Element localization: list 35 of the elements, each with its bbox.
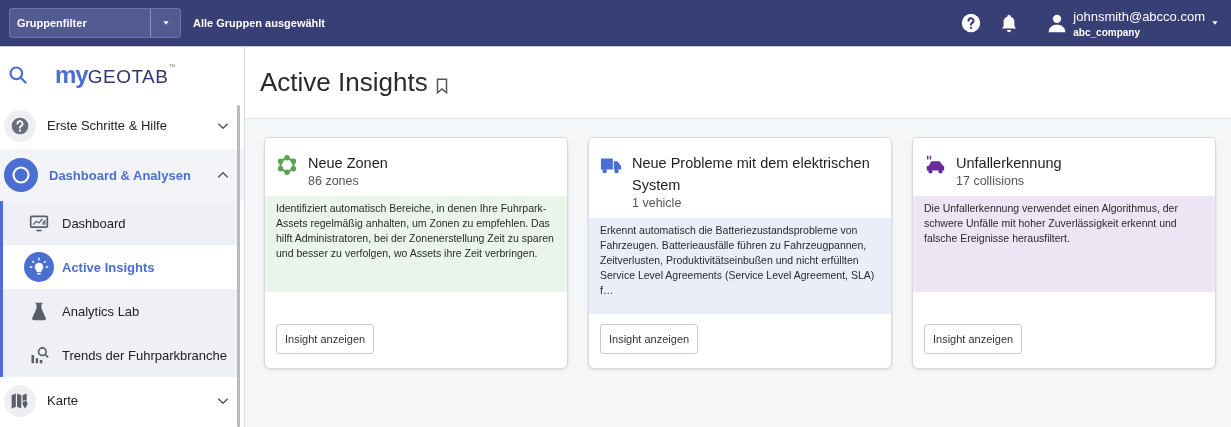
question-mark-icon: [10, 115, 30, 136]
nav-subitem[interactable]: Trends der Fuhrparkbranche: [0, 333, 238, 377]
card-description: Die Unfallerkennung verwendet einen Algorithmus, der schwere Unfälle mit hoher Zuverlässigkeit erkennt und falsche Ereignisse herausfiltert.: [913, 196, 1215, 292]
page-title: Active Insights: [260, 67, 428, 98]
card-title: Neue Probleme mit dem elektrischen System: [632, 154, 871, 195]
flask-icon: [29, 301, 49, 321]
help-button[interactable]: [961, 13, 982, 33]
card-count: 86 zones: [308, 174, 360, 188]
nav-item[interactable]: Karte: [0, 377, 244, 424]
user-email: johnsmith@abcco.com: [1073, 8, 1205, 24]
card-description: Erkennt automatisch die Batteriezustandsprobleme von Fahrzeugen. Batterieausfälle führen zu Fahrzeugpannen, Zeitverlusten, Produktivitätseinbußen und nicht erfüllten Service Level Agreements (Service Level Agreement, SLA) f…: [589, 218, 891, 314]
scrollbar[interactable]: [237, 105, 240, 427]
group-filter-dropdown[interactable]: Gruppenfilter: [9, 8, 181, 38]
card-count: 1 vehicle: [632, 196, 683, 210]
nav-subitem[interactable]: Dashboard: [0, 201, 238, 245]
caret-icon: [1211, 19, 1219, 27]
view-insight-button[interactable]: Insight anzeigen: [600, 324, 699, 354]
monitor-chart-icon: [29, 213, 49, 233]
nav-item[interactable]: Dashboard & Analysen: [0, 149, 244, 201]
card-title: Unfallerkennung: [956, 154, 1062, 173]
nav-subitem[interactable]: Analytics Lab: [0, 289, 238, 333]
user-icon: [1047, 13, 1068, 33]
view-insight-button[interactable]: Insight anzeigen: [924, 324, 1023, 354]
view-insight-button[interactable]: Insight anzeigen: [276, 324, 375, 354]
lightbulb-icon: [29, 257, 49, 277]
card-description: Identifiziert automatisch Bereiche, in denen Ihre Fuhrpark-Assets regelmäßig anhalten, um Zonen zu empfehlen. Das hilft Administratoren, bei der Zonenerstellung Zeit zu sparen und besser zu verfolgen, wo Assets ihre Zeit verbringen.: [265, 196, 567, 292]
card-count: 17 collisions: [956, 174, 1026, 188]
chart-magnifier-icon: [29, 345, 49, 365]
card-title: Neue Zonen: [308, 154, 388, 173]
search-button[interactable]: [8, 64, 28, 85]
group-status-text: Alle Gruppen ausgewählt: [193, 17, 326, 29]
company-name: abc_company: [1073, 26, 1140, 38]
nav-item[interactable]: Erste Schritte & Hilfe: [0, 102, 244, 149]
user-menu-button[interactable]: johnsmith@abcco.com abc_company: [1047, 8, 1219, 38]
caret-icon: [161, 19, 170, 27]
